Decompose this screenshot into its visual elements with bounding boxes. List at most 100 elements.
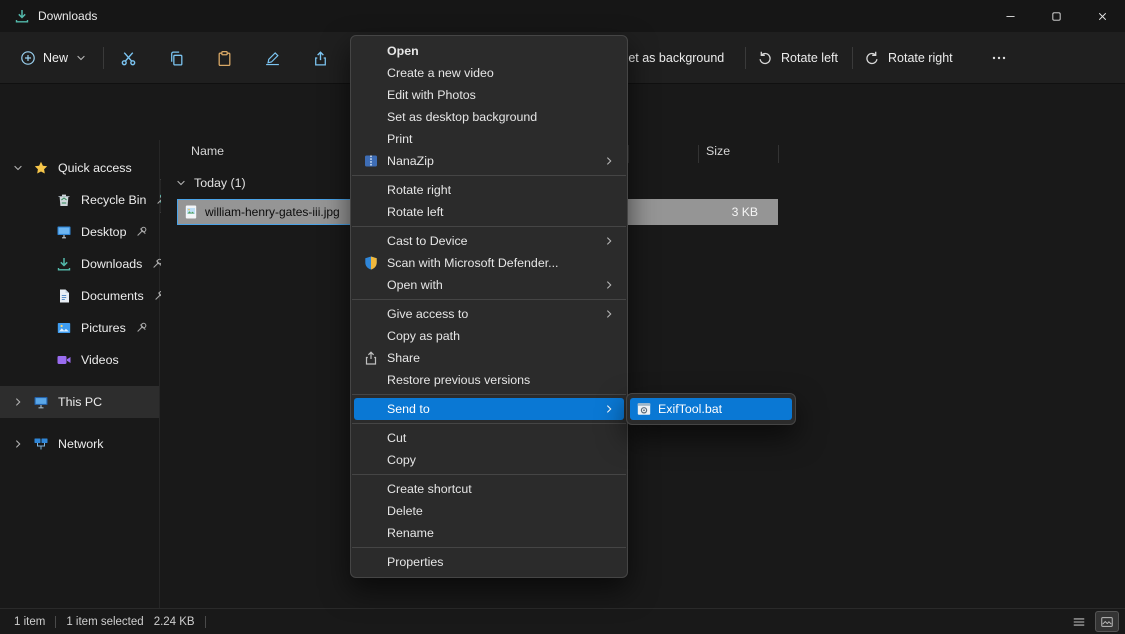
minimize-button[interactable] [987, 0, 1033, 32]
menu-item-create-a-new-video[interactable]: Create a new video [354, 62, 624, 84]
toolbar-separator [852, 47, 853, 69]
chevron-down-icon [175, 177, 187, 189]
sidebar-item-label: Downloads [81, 257, 142, 271]
window-controls [987, 0, 1125, 32]
toolbar-icon-group [110, 42, 338, 74]
menu-item-rename[interactable]: Rename [354, 522, 624, 544]
star-icon [33, 160, 49, 176]
menu-item-nanazip[interactable]: NanaZip [354, 150, 624, 172]
sidebar-item-desktop[interactable]: Desktop [0, 216, 159, 248]
sidebar-item-videos[interactable]: Videos [0, 344, 159, 376]
menu-item-label: Create shortcut [387, 482, 472, 496]
pin-icon [135, 225, 149, 239]
chevron-right-icon [12, 396, 24, 408]
see-more-button[interactable] [982, 42, 1016, 74]
group-header-today[interactable]: Today (1) [161, 173, 246, 193]
column-header-size[interactable]: Size [706, 144, 730, 158]
menu-item-rotate-left[interactable]: Rotate left [354, 201, 624, 223]
share-button[interactable] [302, 42, 338, 74]
new-button[interactable]: New [10, 42, 97, 74]
column-separator[interactable] [778, 145, 779, 163]
cut-button[interactable] [110, 42, 146, 74]
maximize-icon [1050, 10, 1063, 23]
rotate-left-button[interactable]: Rotate left [757, 42, 838, 74]
submenu-arrow-icon [603, 403, 615, 415]
menu-item-label: Copy [387, 453, 416, 467]
menu-item-properties[interactable]: Properties [354, 551, 624, 573]
sidebar-item-downloads[interactable]: Downloads [0, 248, 159, 280]
sidebar-item-this-pc[interactable]: This PC [0, 386, 159, 418]
menu-item-label: Delete [387, 504, 423, 518]
menu-item-label: Rotate right [387, 183, 451, 197]
menu-item-label: Rename [387, 526, 434, 540]
close-button[interactable] [1079, 0, 1125, 32]
window-title: Downloads [38, 9, 97, 23]
menu-item-cast-to-device[interactable]: Cast to Device [354, 230, 624, 252]
sidebar-item-recycle-bin[interactable]: Recycle Bin [0, 184, 159, 216]
download-icon [56, 256, 72, 272]
column-separator[interactable] [698, 145, 699, 163]
thumbnails-view-button[interactable] [1095, 611, 1119, 632]
menu-item-send-to[interactable]: Send to [354, 398, 624, 420]
menu-item-scan-with-microsoft-defender[interactable]: Scan with Microsoft Defender... [354, 252, 624, 274]
menu-item-label: Copy as path [387, 329, 460, 343]
menu-item-rotate-right[interactable]: Rotate right [354, 179, 624, 201]
column-separator[interactable] [628, 145, 629, 163]
menu-item-edit-with-photos[interactable]: Edit with Photos [354, 84, 624, 106]
chevron-down-icon [75, 52, 87, 64]
menu-item-give-access-to[interactable]: Give access to [354, 303, 624, 325]
menu-item-print[interactable]: Print [354, 128, 624, 150]
rotate-left-label: Rotate left [781, 51, 838, 65]
menu-item-label: Open [387, 44, 419, 58]
details-view-button[interactable] [1067, 611, 1091, 632]
sidebar-item-network[interactable]: Network [0, 428, 159, 460]
sidebar-item-label: Desktop [81, 225, 126, 239]
sidebar-item-pictures[interactable]: Pictures [0, 312, 159, 344]
menu-item-label: Give access to [387, 307, 468, 321]
set-as-background-button[interactable]: Set as background [620, 42, 724, 74]
statusbar-separator [55, 616, 56, 628]
copy-button[interactable] [158, 42, 194, 74]
thumbnails-view-icon [1100, 615, 1114, 629]
menu-item-label: NanaZip [387, 154, 434, 168]
sidebar-item-label: Pictures [81, 321, 126, 335]
cut-icon [120, 50, 137, 67]
this-pc-icon [33, 394, 49, 410]
menu-item-copy-as-path[interactable]: Copy as path [354, 325, 624, 347]
menu-item-copy[interactable]: Copy [354, 449, 624, 471]
menu-item-label: Edit with Photos [387, 88, 476, 102]
menu-item-open[interactable]: Open [354, 40, 624, 62]
rotate-right-button[interactable]: Rotate right [864, 42, 953, 74]
sidebar-item-documents[interactable]: Documents [0, 280, 159, 312]
menu-item-restore-previous-versions[interactable]: Restore previous versions [354, 369, 624, 391]
maximize-button[interactable] [1033, 0, 1079, 32]
file-name-cell[interactable]: william-henry-gates-iii.jpg [177, 199, 354, 225]
statusbar-separator [205, 616, 206, 628]
menu-item-cut[interactable]: Cut [354, 427, 624, 449]
item-count: 1 item [14, 616, 45, 628]
paste-button[interactable] [206, 42, 242, 74]
toolbar-separator [745, 47, 746, 69]
menu-item-open-with[interactable]: Open with [354, 274, 624, 296]
chevron-down-icon [12, 162, 24, 174]
details-view-icon [1072, 615, 1086, 629]
file-explorer-window: Downloads New Set as background Rotate l… [0, 0, 1125, 634]
submenu-item-exiftool-bat[interactable]: ExifTool.bat [630, 398, 792, 420]
rename-button[interactable] [254, 42, 290, 74]
menu-item-share[interactable]: Share [354, 347, 624, 369]
menu-item-label: Send to [387, 402, 430, 416]
menu-item-delete[interactable]: Delete [354, 500, 624, 522]
menu-item-set-as-desktop-background[interactable]: Set as desktop background [354, 106, 624, 128]
column-header-name[interactable]: Name [191, 144, 224, 158]
status-bar: 1 item 1 item selected 2.24 KB [0, 608, 1125, 634]
menu-item-create-shortcut[interactable]: Create shortcut [354, 478, 624, 500]
recycle-bin-icon [56, 192, 72, 208]
selection-size: 2.24 KB [154, 616, 195, 628]
context-menu: Open Create a new video Edit with Photos Se… [350, 35, 628, 578]
file-name: william-henry-gates-iii.jpg [205, 205, 340, 219]
menu-item-label: Cast to Device [387, 234, 468, 248]
bat-file-icon [636, 401, 652, 417]
defender-icon [363, 255, 379, 271]
sidebar-item-quick-access[interactable]: Quick access [0, 152, 159, 184]
network-icon [33, 436, 49, 452]
